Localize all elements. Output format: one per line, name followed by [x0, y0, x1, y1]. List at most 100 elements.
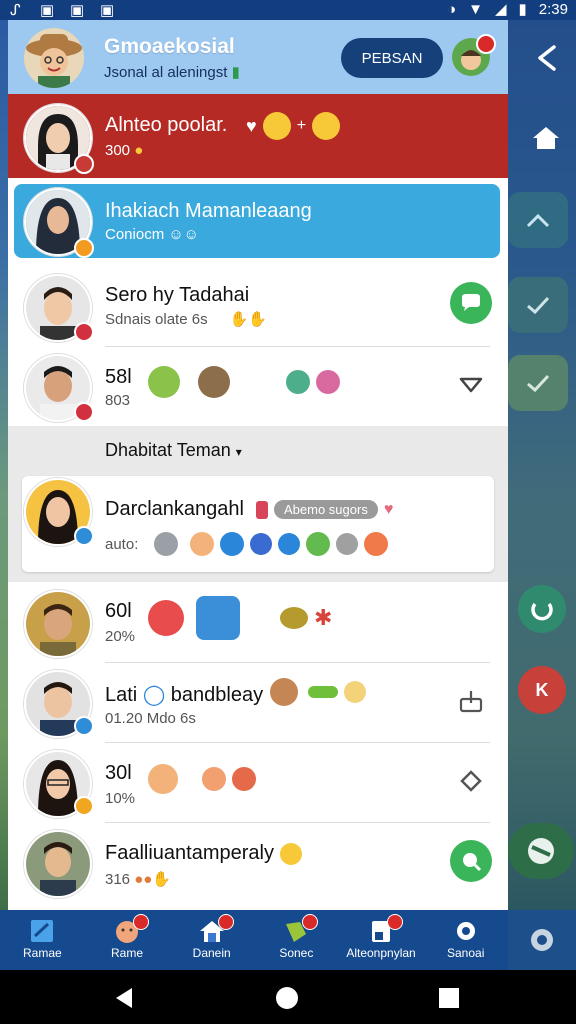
contact-avatar [24, 830, 92, 898]
contact-status: 316 ●●✋ [105, 870, 171, 888]
heart-icon: ♥ [383, 500, 394, 518]
block-icon[interactable] [508, 823, 574, 879]
app-title: Gmoaekosial [104, 35, 235, 58]
home-circle-icon[interactable] [274, 985, 300, 1011]
home-alt-icon[interactable] [526, 118, 566, 158]
share-icon[interactable] [450, 680, 492, 722]
emoji-row [270, 678, 366, 706]
chevron-up-icon[interactable] [508, 192, 568, 248]
caret-down-icon: ▾ [235, 445, 242, 459]
contact-status: Coniocm ☺☺ [105, 226, 199, 243]
nav-item-alteonpnylan[interactable]: Alteonpnylan [339, 910, 424, 970]
notification-badge [476, 34, 496, 54]
notification-badge [302, 914, 319, 930]
bottom-nav: Ramae Rame Danein Sonec Alteonpnylan San… [0, 910, 508, 970]
bubble-emoji-icon [278, 533, 300, 555]
contact-status: 803 [105, 392, 131, 409]
chevron-down-icon[interactable] [450, 364, 492, 406]
status-badge [74, 526, 94, 546]
contact-status: 10% [105, 790, 136, 807]
friend-row[interactable]: Faalliuantamperaly 316 ●●✋ [8, 824, 508, 910]
water-drop-icon: ◯ [142, 684, 166, 706]
message-button[interactable]: PEBSAN [341, 38, 443, 78]
share-icon[interactable] [526, 38, 566, 78]
featured-card-container: Darclankangahl Abemo sugors ♥ auto: [8, 474, 508, 582]
leaf-icon [308, 686, 338, 698]
refresh-icon[interactable] [518, 585, 566, 633]
chat-panel: Gmoaekosial Jsonal al aleningst ▮ PEBSAN… [8, 20, 508, 910]
contact-name: Lati ◯ bandbleay [105, 682, 263, 707]
grin-emoji-icon [312, 112, 341, 140]
notification-badge [133, 914, 149, 930]
nav-item-ramae[interactable]: Ramae [0, 910, 85, 970]
close-icon[interactable]: K [518, 666, 566, 714]
nav-label: Rame [111, 946, 144, 960]
friend-row[interactable]: Lati ◯ bandbleay 01.20 Mdo 6s [8, 664, 508, 744]
tag-group: Abemo sugors ♥ [256, 500, 393, 519]
emoji-row: ✱ [148, 596, 332, 640]
sticker-icon [286, 370, 310, 394]
lock-icon: ▮ [231, 64, 240, 81]
chat-row[interactable]: Ihakiach Mamanleaang Coniocm ☺☺ [8, 178, 508, 268]
hands-emoji-icon: ✋✋ [229, 311, 268, 328]
emoji-cluster-icon: ●●✋ [134, 871, 171, 888]
gear-icon [456, 922, 475, 940]
nav-label: Ramae [22, 946, 62, 960]
face-emoji-icon [364, 532, 388, 556]
bird-emoji-icon [220, 532, 244, 556]
status-badge [74, 238, 94, 258]
nav-item-rame[interactable]: Rame [85, 910, 170, 970]
nav-item-danein[interactable]: Danein [169, 910, 254, 970]
chat-row[interactable]: Sero hy Tadahai Sdnais olate 6s ✋✋ [8, 268, 508, 348]
settings-button[interactable] [508, 910, 576, 970]
status-badge [74, 402, 94, 422]
recents-icon[interactable] [438, 987, 460, 1009]
sparkle-icon: ✱ [314, 605, 333, 630]
contact-name: Darclankangahl [105, 498, 244, 520]
notification-badge [387, 914, 404, 930]
nav-label: Sanoai [447, 946, 485, 960]
check-icon[interactable] [508, 355, 568, 411]
plus-icon: + [296, 117, 307, 134]
flag-icon [31, 920, 54, 942]
contact-status: 300 ● [105, 142, 143, 159]
nav-item-sonec[interactable]: Sonec [254, 910, 339, 970]
status-text: 316 [105, 871, 131, 888]
divider [105, 346, 490, 347]
pin-icon [256, 500, 268, 519]
smile-emoji-icon [262, 112, 291, 140]
back-icon[interactable] [112, 986, 136, 1010]
search-button[interactable] [450, 840, 492, 882]
diamond-icon[interactable] [450, 760, 492, 802]
notification-avatar[interactable] [452, 34, 496, 76]
featured-card[interactable] [22, 476, 494, 572]
sticker-icon [316, 370, 340, 394]
nav-label: Danein [192, 946, 231, 960]
app-icon: ▣ [100, 2, 115, 19]
chat-row[interactable]: 58l 803 [8, 348, 508, 426]
nav-item-sanoai[interactable]: Sanoai [423, 910, 508, 970]
chat-row[interactable]: Alnteo poolar. ♥ + 300 ● [8, 94, 508, 178]
name-text: Lati [105, 684, 138, 706]
contact-name: 30l [105, 762, 132, 784]
divider [105, 662, 490, 663]
section-title[interactable]: Dhabitat Teman ▾ [105, 440, 242, 461]
tag-chip[interactable]: Abemo sugors [274, 500, 378, 519]
check-icon[interactable] [508, 277, 568, 333]
contact-name: Faalliuantamperaly [105, 842, 302, 865]
chat-bubble-button[interactable] [450, 282, 492, 324]
face-emoji-icon [154, 532, 178, 556]
wifi-icon: ▼ [468, 0, 483, 18]
featured-sub: auto: [105, 536, 139, 553]
friend-row[interactable]: 60l 20% ✱ [8, 582, 508, 664]
emoji-row [154, 532, 388, 556]
emoji-row [148, 366, 340, 398]
signal-icon: ◢ [494, 1, 507, 18]
heart-icon: ♥ [246, 115, 257, 136]
right-rail: K [508, 20, 576, 970]
profile-avatar[interactable] [24, 28, 84, 88]
section-title-text: Dhabitat Teman [105, 440, 231, 460]
system-nav-bar [0, 970, 576, 1024]
friend-row[interactable]: 30l 10% [8, 744, 508, 824]
face-sticker-icon [196, 596, 240, 640]
